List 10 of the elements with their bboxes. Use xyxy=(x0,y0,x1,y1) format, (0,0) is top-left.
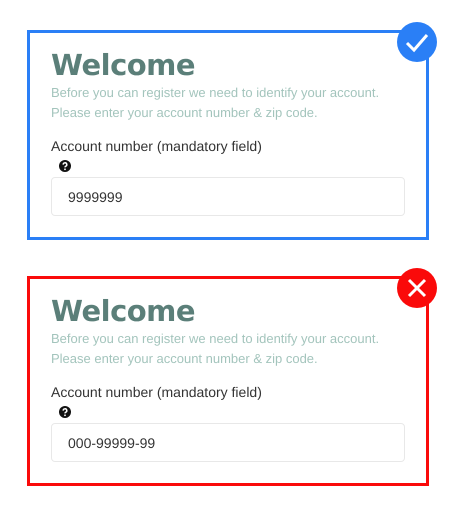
welcome-title: Welcome xyxy=(51,47,196,83)
description-text: Before you can register we need to identify your account. Please enter your account number & zip code. xyxy=(51,330,380,368)
account-number-field[interactable]: 9999999 xyxy=(51,177,405,216)
help-icon[interactable] xyxy=(59,406,71,418)
help-icon[interactable] xyxy=(59,160,71,172)
field-label: Account number (mandatory field) xyxy=(51,137,263,155)
description-text: Before you can register we need to identify your account. Please enter your account number & zip code. xyxy=(51,84,380,122)
field-label: Account number (mandatory field) xyxy=(51,383,263,401)
welcome-title: Welcome xyxy=(51,293,196,329)
account-number-field[interactable]: 000-99999-99 xyxy=(51,423,405,462)
